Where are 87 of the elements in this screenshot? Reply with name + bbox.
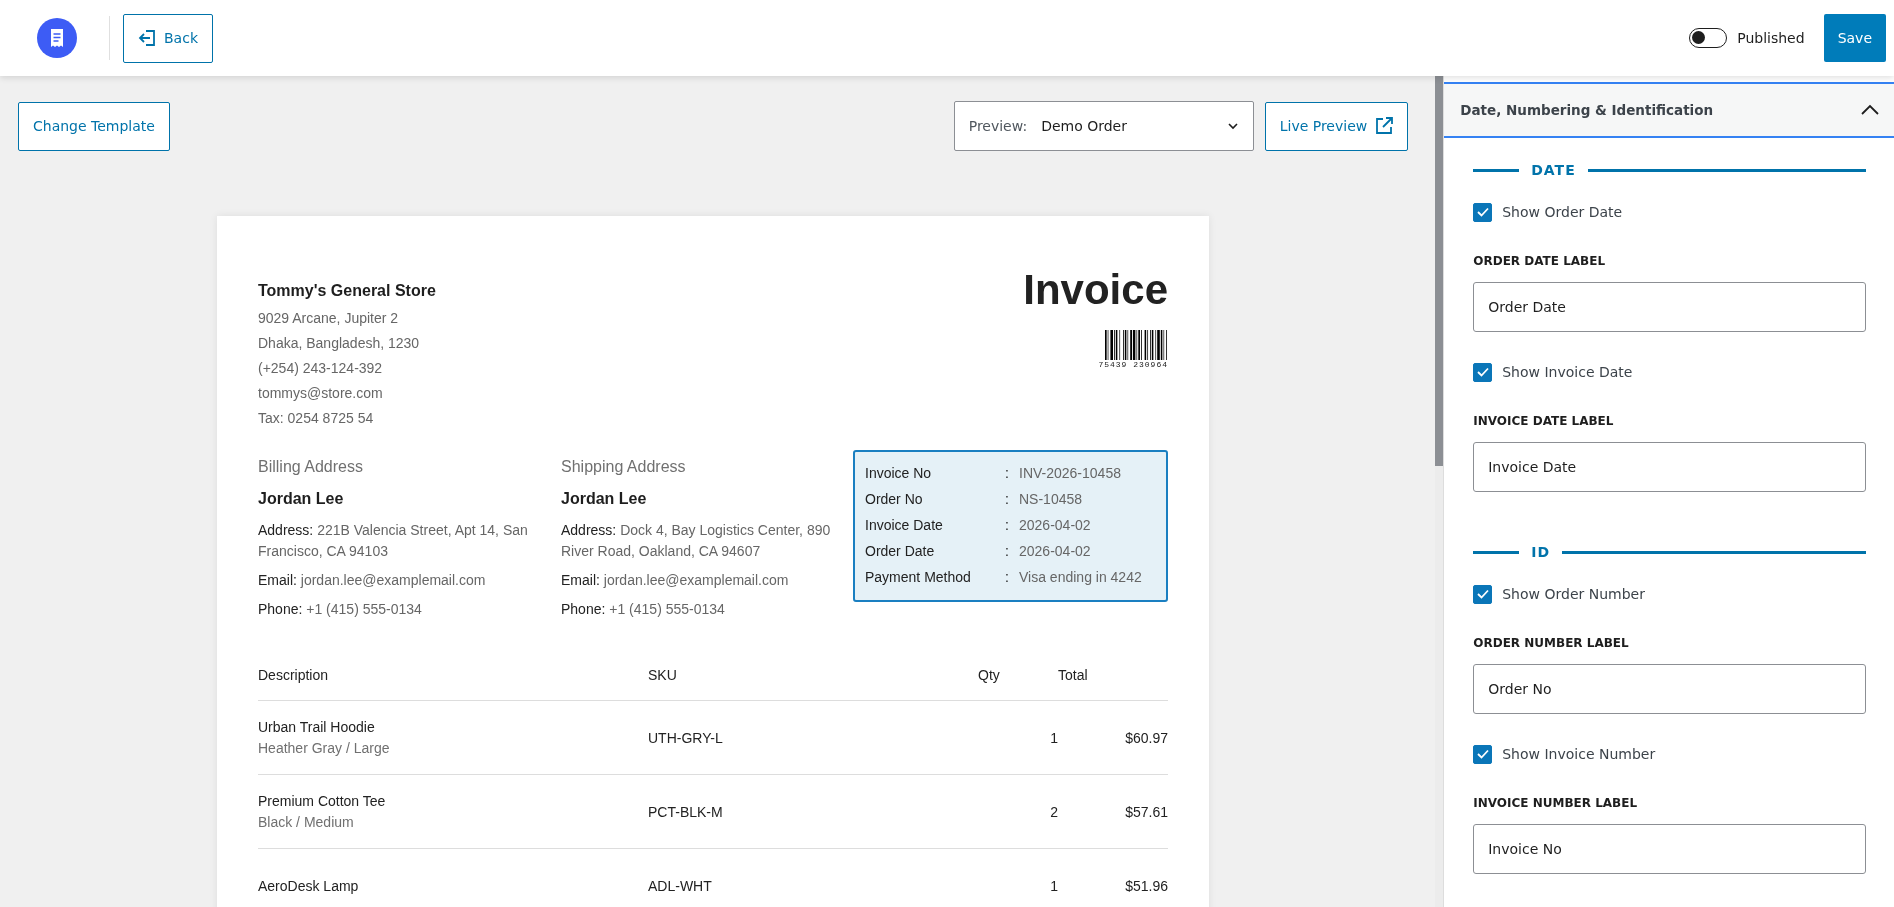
meta-label: Invoice No (865, 464, 933, 483)
meta-value: NS-10458 (1019, 490, 1084, 509)
address-line: Address: Dock 4, Bay Logistics Center, 890 River Road, Oakland, CA 94607 (561, 521, 831, 561)
table-cell-text: $51.96 (1124, 877, 1168, 894)
checkbox[interactable] (1473, 584, 1493, 604)
field-label: INVOICE NUMBER LABEL (1473, 796, 1639, 810)
store-detail: Dhaka, Bangladesh, 1230 (258, 334, 421, 353)
meta-label: Order Date (865, 542, 936, 561)
checkbox-label[interactable]: Show Order Date (1502, 204, 1623, 220)
meta-separator: : (1005, 542, 1010, 561)
input-field[interactable]: Invoice No (1473, 824, 1866, 874)
field-label: ORDER DATE LABEL (1473, 254, 1607, 268)
column-header: SKU (648, 667, 678, 683)
checkbox[interactable] (1473, 202, 1493, 222)
table-cell-text: 1 (1049, 877, 1058, 894)
meta-separator: : (1005, 568, 1010, 587)
input-field[interactable]: Order No (1473, 664, 1866, 714)
address-line: Email: jordan.lee@examplemail.com (561, 571, 790, 590)
meta-value: Visa ending in 4242 (1019, 568, 1143, 587)
meta-value: 2026-04-02 (1019, 542, 1092, 561)
store-detail: tommys@store.com (258, 384, 384, 403)
table-cell-text: $57.61 (1124, 803, 1168, 820)
field-label: ORDER NUMBER LABEL (1473, 636, 1630, 650)
preview-dropdown[interactable]: Preview: Demo Order (953, 101, 1254, 151)
meta-value: 2026-04-02 (1019, 516, 1092, 535)
checkmark-icon (1476, 589, 1489, 599)
store-name: Tommy's General Store (258, 282, 436, 300)
address-heading: Shipping Address (561, 458, 687, 476)
checkmark-icon (1476, 207, 1489, 217)
customer-name: Jordan Lee (258, 490, 345, 508)
chevron-up-icon (1860, 104, 1880, 116)
input-field[interactable]: Invoice Date (1473, 442, 1866, 492)
meta-label: Invoice Date (865, 516, 944, 535)
item-name: Urban Trail Hoodie (258, 719, 376, 735)
checkmark-icon (1476, 367, 1489, 377)
table-cell-text: PCT-BLK-M (648, 803, 724, 820)
save-button[interactable]: Save (1823, 14, 1886, 62)
store-detail: (+254) 243-124-392 (258, 359, 384, 378)
table-cell-text: ADL-WHT (648, 877, 713, 894)
input-field[interactable]: Order Date (1473, 282, 1866, 332)
meta-label: Payment Method (865, 568, 972, 587)
address-line: Phone: +1 (415) 555-0134 (258, 600, 423, 619)
item-variant: Black / Medium (258, 814, 355, 830)
store-detail: Tax: 0254 8725 54 (258, 409, 375, 428)
store-detail: 9029 Arcane, Jupiter 2 (258, 309, 400, 328)
table-cell-text: 1 (1049, 729, 1058, 746)
accordion-header[interactable]: Date, Numbering & Identification (1444, 82, 1894, 138)
column-header: Total (1058, 667, 1089, 683)
checkbox[interactable] (1473, 744, 1493, 764)
change-template-button[interactable]: Change Template (18, 101, 170, 151)
column-header: Qty (978, 667, 1001, 683)
table-cell-text: UTH-GRY-L (648, 729, 724, 746)
section-title: ID (1531, 544, 1551, 560)
barcode-drawing (1105, 330, 1168, 360)
invoice-title: Invoice (1023, 268, 1168, 312)
column-header: Description (258, 667, 330, 683)
field-label: INVOICE DATE LABEL (1473, 414, 1615, 428)
toggle-label: Published (1737, 30, 1805, 46)
exit-arrow-icon (138, 29, 156, 47)
meta-label: Order No (865, 490, 924, 509)
scrollbar-thumb[interactable] (1435, 76, 1444, 466)
meta-separator: : (1005, 516, 1010, 535)
back-button[interactable]: Back (123, 13, 213, 63)
customer-name: Jordan Lee (561, 490, 648, 508)
section-title: DATE (1531, 162, 1576, 178)
checkbox-label[interactable]: Show Order Number (1502, 586, 1645, 602)
address-line: Address: 221B Valencia Street, Apt 14, San Francisco, CA 94103 (258, 521, 528, 561)
address-line: Email: jordan.lee@examplemail.com (258, 571, 487, 590)
address-heading: Billing Address (258, 458, 364, 476)
barcode-number: 75439 230964 (1098, 360, 1168, 369)
checkbox-label[interactable]: Show Invoice Date (1502, 364, 1633, 380)
checkmark-icon (1476, 749, 1489, 759)
external-link-icon (1375, 117, 1394, 135)
meta-separator: : (1005, 464, 1010, 483)
meta-value: INV-2026-10458 (1019, 464, 1122, 483)
checkbox-label[interactable]: Show Invoice Number (1502, 746, 1656, 762)
receipt-logo-icon (37, 18, 77, 58)
address-line: Phone: +1 (415) 555-0134 (561, 600, 726, 619)
item-name: Premium Cotton Tee (258, 793, 387, 809)
chevron-down-icon (1226, 122, 1239, 130)
meta-separator: : (1005, 490, 1010, 509)
item-name: AeroDesk Lamp (258, 877, 360, 894)
item-variant: Heather Gray / Large (258, 740, 391, 756)
table-cell-text: 2 (1049, 803, 1058, 820)
table-cell-text: $60.97 (1124, 729, 1168, 746)
checkbox[interactable] (1473, 362, 1493, 382)
live-preview-button[interactable]: Live Preview (1264, 101, 1409, 151)
